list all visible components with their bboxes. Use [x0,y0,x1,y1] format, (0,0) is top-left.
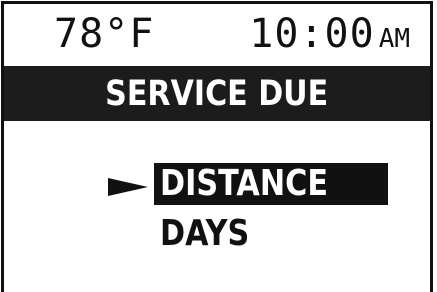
selection-arrow-icon [108,178,148,196]
screen-title-bar: SERVICE DUE [4,66,430,121]
screen-title: SERVICE DUE [105,73,329,114]
outside-temperature: 78°F [54,11,155,57]
menu-item-label: DISTANCE [160,163,328,204]
vehicle-info-display: 78°F 10:00 AM SERVICE DUE DISTANCE DAYS [0,0,437,292]
menu-item-distance[interactable]: DISTANCE [154,163,388,205]
clock-ampm: AM [378,24,410,54]
menu-item-label: DAYS [160,213,250,254]
menu-item-days[interactable]: DAYS [154,213,272,255]
clock-time: 10:00 [249,11,375,57]
status-bar: 78°F 10:00 AM [4,4,430,66]
clock: 10:00 AM [249,12,410,56]
